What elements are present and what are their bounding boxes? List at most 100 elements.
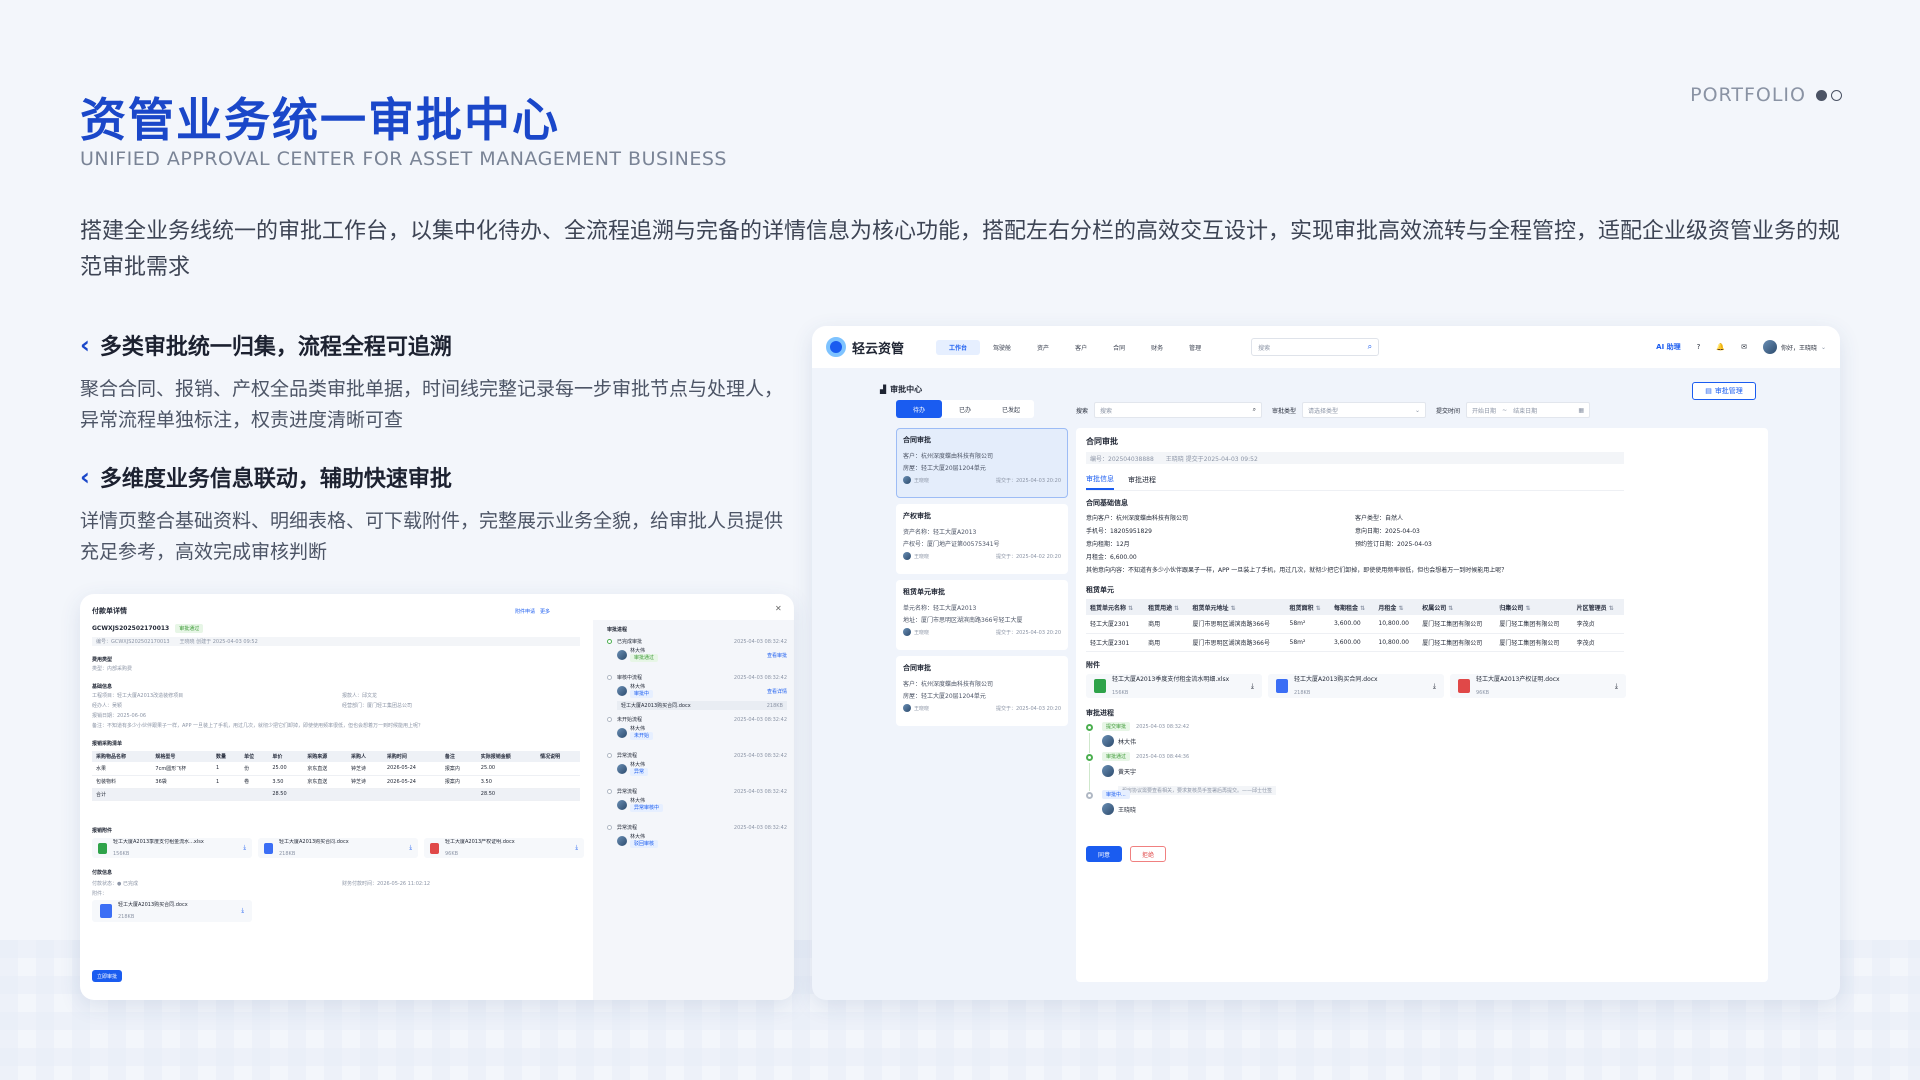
approval-list-item[interactable]: 合同审批 客户：杭州深度蝶由科技有限公司 房屋：轻工大厦20层1204单元 王晓晓 提交… bbox=[896, 656, 1068, 726]
column-header[interactable]: 租赁单元地址 ⇅ bbox=[1188, 599, 1286, 615]
step-user: 林大伟 异常 bbox=[617, 762, 787, 776]
table-cell: 包装物料 bbox=[92, 775, 152, 789]
global-search[interactable]: 搜索 ⌕ bbox=[1251, 338, 1380, 356]
download-icon[interactable]: ⤓ bbox=[409, 844, 412, 852]
filter-date-range[interactable]: 开始日期 ~ 结束日期 ▦ bbox=[1466, 402, 1591, 418]
attach-title: 报销附件 bbox=[92, 828, 113, 834]
sort-icon[interactable]: ⇅ bbox=[1523, 605, 1531, 612]
column-header[interactable]: 归集公司 ⇅ bbox=[1495, 599, 1573, 615]
download-icon[interactable]: ⤓ bbox=[243, 844, 246, 852]
status-tab[interactable]: 待办 bbox=[896, 400, 942, 418]
sort-icon[interactable]: ⇅ bbox=[1607, 605, 1614, 612]
step-link[interactable]: 查看审批 bbox=[767, 652, 787, 659]
step-dot-icon bbox=[1086, 792, 1093, 799]
nav-item[interactable]: 资产 bbox=[1024, 340, 1062, 355]
item-user: 王晓晓 bbox=[914, 553, 930, 560]
nav-item[interactable]: 客户 bbox=[1062, 340, 1100, 355]
sort-icon[interactable]: ⇅ bbox=[1314, 605, 1321, 612]
tab-approval-info[interactable]: 审批信息 bbox=[1086, 474, 1114, 490]
column-header[interactable]: 租赁用途 ⇅ bbox=[1144, 599, 1189, 615]
item-title: 合同审批 bbox=[903, 664, 931, 672]
download-icon[interactable]: ⤓ bbox=[575, 844, 578, 852]
attachment-item[interactable]: 轻工大厦A2013产权证明.docx 96KB ⤓ bbox=[1450, 674, 1626, 698]
table-cell: 厦门轻工集团有限公司 bbox=[1418, 633, 1496, 652]
sort-icon[interactable]: ⇅ bbox=[1229, 605, 1236, 612]
sort-icon[interactable]: ⇅ bbox=[1446, 605, 1453, 612]
column-header-label: 租赁单元地址 bbox=[1192, 604, 1229, 612]
column-header[interactable]: 月租金 ⇅ bbox=[1374, 599, 1419, 615]
attachment-item[interactable]: 轻工大厦A2013产权证明.docx 96KB ⤓ bbox=[424, 838, 584, 858]
column-header: 备注 bbox=[440, 751, 477, 762]
pay-attach-label: 附件： bbox=[92, 891, 108, 897]
status-tab[interactable]: 已办 bbox=[942, 400, 988, 418]
filter-type-select[interactable]: 请选择类型 ⌄ bbox=[1302, 402, 1427, 418]
reject-button[interactable]: 拒绝 bbox=[1130, 846, 1166, 862]
step-tag: 未开始 bbox=[630, 732, 654, 740]
column-header[interactable]: 租赁单元名称 ⇅ bbox=[1086, 599, 1145, 615]
table-title: 报销采购清单 bbox=[92, 741, 123, 747]
status-tab[interactable]: 已发起 bbox=[988, 400, 1034, 418]
search-icon[interactable]: ⌕ bbox=[1368, 342, 1372, 352]
table-cell: 58m² bbox=[1285, 615, 1330, 634]
nav-item[interactable]: 驾驶舱 bbox=[980, 340, 1024, 355]
approve-button[interactable]: 同意 bbox=[1086, 846, 1122, 862]
process-step: 异常流程 2025-04-03 08:32:42 林大伟 异常审核中 bbox=[607, 788, 787, 824]
approval-list-item[interactable]: 合同审批 客户：杭州深度蝶由科技有限公司 房屋：轻工大厦20层1204单元 王晓晓 提交… bbox=[896, 428, 1068, 498]
step-dot-icon bbox=[607, 825, 612, 830]
mail-icon[interactable]: ✉ bbox=[1741, 343, 1747, 351]
column-header[interactable]: 片区管理员 ⇅ bbox=[1572, 599, 1624, 615]
sort-icon[interactable]: ⇅ bbox=[1172, 605, 1179, 612]
table-row: 包装物料 36袋 1 卷 3.50 京东直送 钟芝诗 2026-05-24 报案内 3.50 bbox=[92, 775, 580, 789]
header-links[interactable]: 附件申请 更多 bbox=[515, 608, 550, 615]
meta-line: 编号：GCWXJS202502170013 王晓晓 创建于 2025-04-03… bbox=[92, 637, 580, 646]
download-icon[interactable]: ⤓ bbox=[241, 907, 244, 915]
download-icon[interactable]: ⤓ bbox=[1433, 682, 1436, 691]
chevron-down-icon: ⌄ bbox=[1415, 406, 1421, 414]
step-attachment[interactable]: 轻工大厦A2013购买合同.docx 218KB bbox=[617, 701, 787, 710]
column-header[interactable]: 每期租金 ⇅ bbox=[1329, 599, 1375, 615]
nav-item[interactable]: 管理 bbox=[1176, 340, 1214, 355]
filter-search-input[interactable]: 搜索 ⌕ bbox=[1094, 402, 1263, 418]
file-size: 218KB bbox=[1294, 689, 1311, 696]
pay-attachment[interactable]: 轻工大厦A2013购买合同.docx 218KB ⤓ bbox=[92, 900, 252, 922]
step-dot-icon bbox=[607, 675, 612, 680]
approval-list-item[interactable]: 租赁单元审批 单元名称：轻工大厦A2013 地址：厦门市思明区湖滨南路366号轻工大… bbox=[896, 580, 1068, 650]
attachment-item[interactable]: 轻工大厦A2013购买合同.docx 218KB ⤓ bbox=[1268, 674, 1444, 698]
nav-item[interactable]: 合同 bbox=[1100, 340, 1138, 355]
attachment-item[interactable]: 轻工大厦A2013季度支付租金流水明细.xlsx 156KB ⤓ bbox=[1086, 674, 1262, 698]
column-header[interactable]: 权属公司 ⇅ bbox=[1418, 599, 1496, 615]
ai-assistant-button[interactable]: AI 助理 bbox=[1656, 342, 1680, 352]
table-cell: 58m² bbox=[1285, 633, 1330, 652]
column-header-label: 每期租金 bbox=[1333, 604, 1358, 612]
sort-icon[interactable]: ⇅ bbox=[1126, 605, 1133, 612]
bell-icon[interactable]: 🔔 bbox=[1716, 343, 1725, 351]
sort-icon[interactable]: ⇅ bbox=[1396, 605, 1404, 612]
download-icon[interactable]: ⤓ bbox=[1251, 682, 1254, 691]
column-header[interactable]: 租赁面积 ⇅ bbox=[1285, 599, 1330, 615]
user-menu[interactable]: 你好，王晓晓 ⌄ bbox=[1762, 340, 1826, 354]
nav-item[interactable]: 工作台 bbox=[936, 339, 981, 355]
table-cell: 李茂贞 bbox=[1572, 633, 1624, 652]
manage-button[interactable]: ▤ 审批管理 bbox=[1692, 382, 1756, 400]
nav-item[interactable]: 财务 bbox=[1138, 340, 1176, 355]
step-header: 异常流程 2025-04-03 08:32:42 bbox=[617, 824, 787, 832]
help-icon[interactable]: ? bbox=[1697, 343, 1701, 351]
approval-list-item[interactable]: 产权审批 资产名称：轻工大厦A2013 产权号：厦门地产证第00575341号 王晓晓… bbox=[896, 504, 1068, 574]
chevron-left-icon: ‹ bbox=[80, 463, 90, 491]
tab-approval-process[interactable]: 审批进程 bbox=[1128, 475, 1156, 489]
table-cell: 轻工大厦2301 bbox=[1086, 615, 1145, 634]
step-link[interactable]: 查看详情 bbox=[767, 688, 787, 695]
download-icon[interactable]: ⤓ bbox=[1615, 682, 1618, 691]
file-info: 轻工大厦A2013季度支付租金流水...xlsx 156KB bbox=[113, 839, 237, 858]
file-info: 轻工大厦A2013购买合同.docx 218KB bbox=[279, 839, 403, 858]
attachment-item[interactable]: 轻工大厦A2013购买合同.docx 218KB ⤓ bbox=[258, 838, 418, 858]
approve-now-button[interactable]: 立即审批 bbox=[92, 970, 122, 982]
step-time: 2025-04-03 08:32:42 bbox=[733, 788, 787, 795]
item-line-2: 房屋：轻工大厦20层1204单元 bbox=[903, 465, 986, 472]
attachment-list: 轻工大厦A2013季度支付租金流水明细.xlsx 156KB ⤓ 轻工大厦A2013购… bbox=[1086, 674, 1626, 698]
close-icon[interactable]: ✕ bbox=[775, 604, 782, 613]
attachment-item[interactable]: 轻工大厦A2013季度支付租金流水...xlsx 156KB ⤓ bbox=[92, 838, 252, 858]
sort-icon[interactable]: ⇅ bbox=[1358, 605, 1365, 612]
process-step: 审批中... 王晓晓 bbox=[1086, 790, 1486, 820]
table-row: 水果 7cm圆形飞杯 1 份 25.00 京东直送 钟芝诗 2026-05-24 报案内 25.0… bbox=[92, 762, 580, 776]
